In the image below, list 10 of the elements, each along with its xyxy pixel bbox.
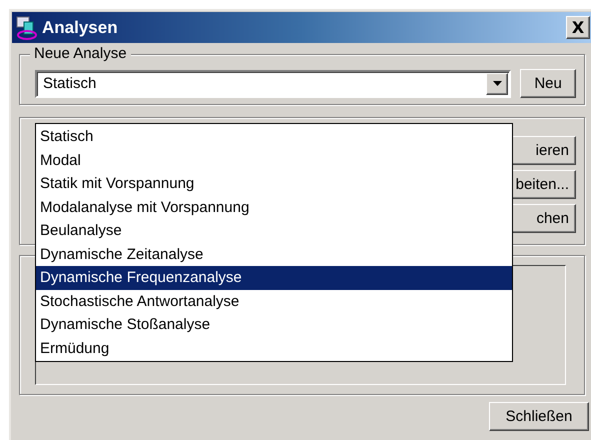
group-legend: Neue Analyse [30,45,131,62]
window-title: Analysen [42,18,119,38]
close-dialog-button[interactable]: Schließen [489,402,589,431]
dropdown-item[interactable]: Dynamische Frequenzanalyse [36,266,512,290]
caret-icon [492,81,502,86]
close-button[interactable]: X [566,16,590,39]
new-button[interactable]: Neu [520,69,576,98]
app-icon [16,16,38,40]
dropdown-button[interactable] [486,72,508,94]
analysis-combo[interactable]: Statisch [35,70,512,98]
